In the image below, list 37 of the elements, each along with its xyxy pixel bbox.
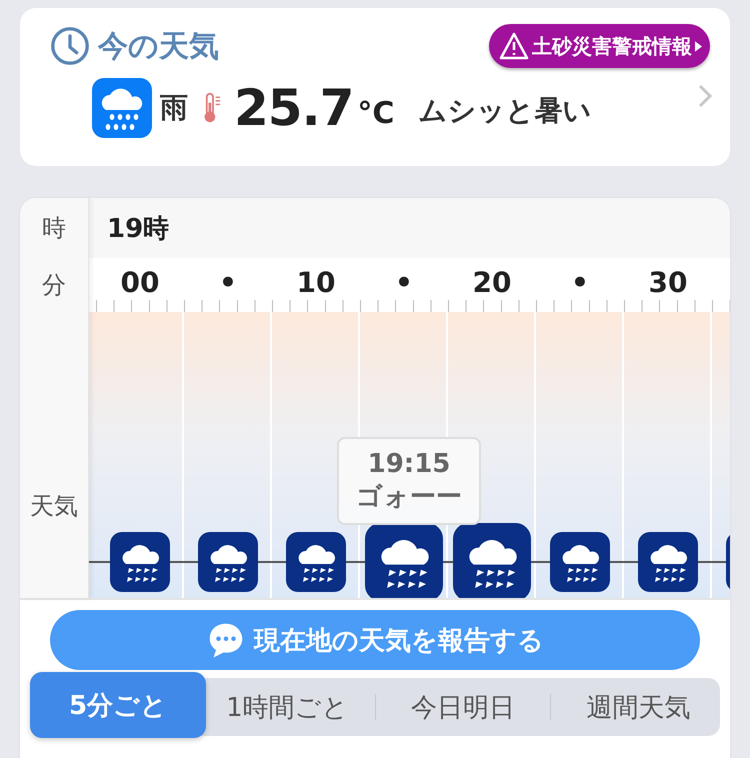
row-label: 天気 xyxy=(30,491,78,522)
hour-label: 19時 xyxy=(107,212,170,246)
temperature-unit: °C xyxy=(357,96,394,130)
heavy-rain-icon[interactable] xyxy=(110,532,170,592)
minute-label: • xyxy=(571,266,589,298)
heavy-rain-icon[interactable] xyxy=(286,532,346,592)
row-label: 時 xyxy=(42,213,66,244)
tab[interactable]: 1時間ごと xyxy=(206,678,369,736)
heavy-rain-icon[interactable] xyxy=(638,532,698,592)
minute-label: • xyxy=(219,266,237,298)
tab[interactable]: 週間天気 xyxy=(557,678,720,736)
current-weather-card[interactable]: 今の天気 土砂災害警戒情報 雨 25.7°C ムシッと暑い xyxy=(20,8,730,166)
minute-label: • xyxy=(395,266,413,298)
temperature-value: 25.7 xyxy=(234,79,354,137)
weather-text: 雨 xyxy=(160,90,188,126)
heavy-rain-icon[interactable] xyxy=(198,532,258,592)
report-button[interactable]: 現在地の天気を報告する xyxy=(50,610,700,670)
caret-icon xyxy=(695,40,702,52)
heavy-rain-icon[interactable] xyxy=(453,523,531,598)
row-label: 分 xyxy=(42,270,66,301)
warning-icon xyxy=(499,32,529,60)
tooltip-time: 19:15 xyxy=(368,448,450,478)
minute-label: 20 xyxy=(472,266,512,298)
heavy-rain-icon[interactable] xyxy=(365,523,443,598)
minute-label: 30 xyxy=(648,266,688,298)
minute-label: 00 xyxy=(120,266,160,298)
rain-icon xyxy=(92,78,152,138)
heavy-rain-icon[interactable] xyxy=(550,532,610,592)
alert-badge[interactable]: 土砂災害警戒情報 xyxy=(489,24,710,68)
chevron-right-icon xyxy=(698,84,712,108)
tooltip-text: ゴォーー xyxy=(356,480,462,514)
minute-label: 10 xyxy=(296,266,336,298)
section-title: 今の天気 xyxy=(98,28,219,66)
feeling-text: ムシッと暑い xyxy=(418,93,592,129)
tab[interactable]: 5分ごと xyxy=(30,672,206,738)
clock-icon xyxy=(50,26,90,66)
tab[interactable]: 今日明日 xyxy=(382,678,544,736)
